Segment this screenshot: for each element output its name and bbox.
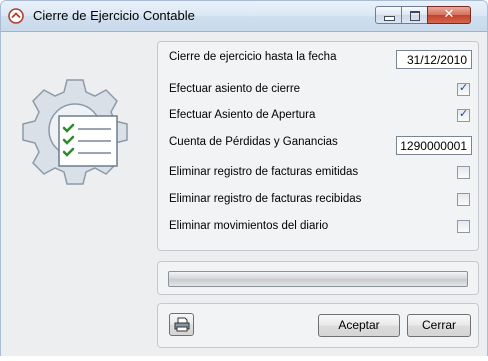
settings-checklist-gear-icon [22,79,128,185]
eliminar-emitidas-checkbox[interactable] [457,166,470,179]
cuenta-input[interactable]: 1290000001 [396,136,472,155]
progress-bar [168,271,468,287]
options-panel: Cierre de ejercicio hasta la fecha 31/12… [157,41,479,251]
printer-icon [174,317,190,332]
minimize-button[interactable] [375,6,402,24]
bottom-strip [0,356,488,361]
fecha-label: Cierre de ejercicio hasta la fecha [169,51,337,63]
eliminar-emitidas-label: Eliminar registro de facturas emitidas [169,166,359,178]
eliminar-recibidas-checkbox[interactable] [457,193,470,206]
asiento-apertura-label: Efectuar Asiento de Apertura [169,109,316,121]
close-button[interactable]: Cerrar [407,314,471,337]
dialog-window: Cierre de Ejercicio Contable ✕ Cierre de… [0,0,488,358]
asiento-cierre-label: Efectuar asiento de cierre [169,83,301,95]
app-icon [8,8,24,24]
button-panel: Aceptar Cerrar [157,303,479,348]
asiento-apertura-checkbox[interactable] [457,107,470,122]
fecha-input[interactable]: 31/12/2010 [396,50,472,69]
eliminar-recibidas-label: Eliminar registro de facturas recibidas [169,193,362,205]
maximize-button[interactable] [401,6,428,24]
cuenta-label: Cuenta de Pérdidas y Ganancias [169,136,338,148]
title-bar[interactable]: Cierre de Ejercicio Contable ✕ [1,1,487,32]
close-icon: ✕ [443,7,455,22]
eliminar-movimientos-checkbox[interactable] [457,220,470,233]
close-window-button[interactable]: ✕ [427,6,471,24]
asiento-cierre-checkbox[interactable] [457,81,470,96]
window-title: Cierre de Ejercicio Contable [33,8,195,23]
progress-panel [157,261,479,295]
accept-button[interactable]: Aceptar [318,314,400,337]
eliminar-movimientos-label: Eliminar movimientos del diario [169,220,329,232]
dialog-body: Cierre de ejercicio hasta la fecha 31/12… [1,32,487,357]
print-button[interactable] [169,313,194,336]
